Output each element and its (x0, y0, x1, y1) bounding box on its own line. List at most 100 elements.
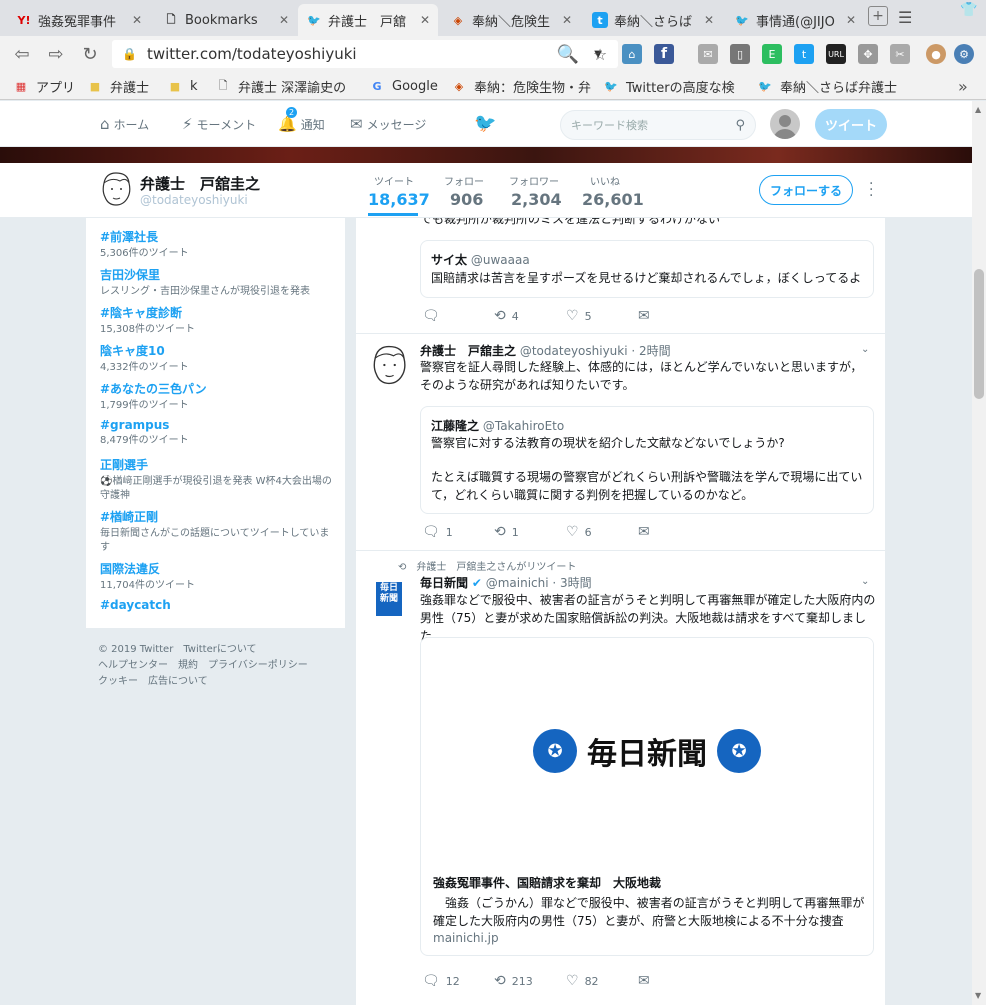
tab-2[interactable]: 🗋 Bookmarks ✕ (155, 4, 297, 36)
profile-name[interactable]: 弁護士 戸舘圭之 (140, 173, 260, 194)
settings-gear-icon[interactable]: ⚙ (954, 44, 974, 64)
search-icon[interactable]: ⚲ (735, 118, 745, 133)
nav-messages[interactable]: ✉ メッセージ (350, 115, 426, 133)
footer-links[interactable]: © 2019 Twitter Twitterについて (98, 642, 338, 658)
back-icon[interactable]: ⇦ (10, 42, 34, 66)
scrollbar-thumb[interactable] (974, 269, 984, 399)
twitter-logo-icon[interactable]: 🐦 (474, 113, 496, 134)
close-icon[interactable]: ✕ (846, 13, 856, 27)
twitter-ext-icon[interactable]: t (794, 44, 814, 64)
bookmark-ext-icon[interactable]: ▯ (730, 44, 750, 64)
trend-item[interactable]: #grampus 8,479件のツイート (100, 418, 335, 448)
dm-button[interactable]: ✉ (638, 973, 656, 989)
tweet-time[interactable]: · 3時間 (552, 576, 591, 590)
bookmark-folder-k[interactable]: ■ k (168, 77, 198, 95)
close-icon[interactable]: ✕ (704, 13, 714, 27)
url-ext-icon[interactable]: URL (826, 44, 846, 64)
bookmark-folder-bengoshi[interactable]: ■ 弁護士 (88, 77, 149, 96)
bookmark-apps[interactable]: ▦ アプリ (14, 77, 75, 96)
retweet-button[interactable]: ⟲ 213 (494, 973, 533, 989)
chevron-down-icon[interactable]: ⌄ (861, 344, 869, 355)
footer-links[interactable]: クッキー 広告について (98, 674, 338, 690)
trend-item[interactable]: #あなたの三色パン 1,799件のツイート (100, 380, 335, 413)
like-button[interactable]: ♡ 6 (566, 524, 592, 540)
stat-followers[interactable]: フォロワー 2,304 (509, 173, 562, 209)
stat-tweets[interactable]: ツイート 18,637 (368, 173, 430, 216)
close-icon[interactable]: ✕ (562, 13, 572, 27)
like-button[interactable]: ♡ 82 (566, 973, 599, 989)
quoted-tweet[interactable]: 江藤隆之 @TakahiroEto 警察官に対する法教育の現状を紹介した文献など… (420, 406, 874, 514)
like-button[interactable]: ♡ 5 (566, 308, 592, 324)
search-input[interactable]: キーワード検索 ⚲ (560, 110, 756, 140)
bookmark-twitter-search[interactable]: 🐦 Twitterの高度な検 (604, 77, 748, 96)
close-icon[interactable]: ✕ (279, 13, 289, 27)
tweet-avatar[interactable] (368, 342, 410, 388)
page-scrollbar[interactable]: ▲ ▼ (972, 101, 986, 1005)
new-tab-button[interactable]: + (868, 6, 888, 26)
retweet-button[interactable]: ⟲ 1 (494, 524, 519, 540)
tweet-avatar[interactable]: 毎日新聞 (376, 582, 402, 616)
tab-4[interactable]: ◈ 奉納＼危険生 ✕ (442, 4, 580, 36)
tab-6[interactable]: 🐦 事情通(@JIJO ✕ (726, 4, 864, 36)
nav-moments[interactable]: ⚡ モーメント (182, 115, 256, 133)
author-handle[interactable]: @todateyoshiyuki (520, 344, 628, 358)
profile-avatar[interactable] (98, 169, 134, 209)
close-icon[interactable]: ✕ (420, 13, 430, 27)
quoted-tweet[interactable]: サイ太 @uwaaaa 国賠請求は苦言を呈すポーズを見せるけど棄却されるんでしょ… (420, 240, 874, 298)
trend-item[interactable]: #daycatch (100, 598, 335, 612)
tab-3-active[interactable]: 🐦 弁護士 戸舘 ✕ (298, 4, 438, 36)
scroll-down-icon[interactable]: ▼ (975, 991, 981, 1000)
puzzle-ext-icon[interactable]: ✂ (890, 44, 910, 64)
bookmark-hounou-2[interactable]: 🐦 奉納＼さらば弁護士 (758, 77, 898, 96)
tweet-button[interactable]: ツイート (815, 109, 887, 140)
author-name[interactable]: 弁護士 戸舘圭之 (420, 344, 516, 358)
bookmark-google[interactable]: G Google (370, 77, 437, 95)
tab-list-icon[interactable]: ☰ (898, 8, 912, 27)
author-name[interactable]: 毎日新聞 (420, 576, 468, 590)
reply-button[interactable]: 🗨 12 (422, 973, 460, 989)
tweet-time[interactable]: · 2時間 (631, 344, 670, 358)
profile-shirt-icon[interactable]: 👕 (960, 2, 977, 18)
trend-item[interactable]: #前澤社長 5,306件のツイート (100, 228, 335, 261)
facebook-icon[interactable]: f (654, 44, 674, 64)
follow-button[interactable]: フォローする (759, 175, 853, 205)
trend-item[interactable]: #陰キャ度診断 15,308件のツイート (100, 304, 335, 337)
avatar[interactable] (770, 109, 800, 139)
retweet-button[interactable]: ⟲ 4 (494, 308, 519, 324)
bookmark-star-icon[interactable]: ☆ (588, 42, 612, 66)
trend-item[interactable]: 吉田沙保里 レスリング・吉田沙保里さんが現役引退を発表 (100, 266, 335, 299)
evernote-icon[interactable]: E (762, 44, 782, 64)
reply-button[interactable]: 🗨 (422, 308, 446, 324)
stat-following[interactable]: フォロー 906 (444, 173, 484, 209)
close-icon[interactable]: ✕ (132, 13, 142, 27)
tab-1[interactable]: Y! 強姦冤罪事件 ✕ (8, 4, 150, 36)
forward-icon[interactable]: ⇨ (44, 42, 68, 66)
mail-ext-icon[interactable]: ✉ (698, 44, 718, 64)
dm-button[interactable]: ✉ (638, 308, 656, 324)
nav-home[interactable]: ⌂ ホーム (100, 115, 149, 133)
dm-button[interactable]: ✉ (638, 524, 656, 540)
url-bar[interactable]: 🔒 twitter.com/todateyoshiyuki ▼ (112, 40, 618, 68)
trend-item[interactable]: #楢崎正剛 毎日新聞さんがこの話題についてツイートしています (100, 508, 335, 555)
author-handle[interactable]: @mainichi (486, 576, 549, 590)
more-vertical-icon[interactable]: · · · (869, 177, 873, 203)
nav-notifications[interactable]: 🔔 2 通知 (278, 107, 325, 133)
reload-icon[interactable]: ↻ (78, 42, 102, 66)
cross-ext-icon[interactable]: ✥ (858, 44, 878, 64)
bookmark-hounou-1[interactable]: ◈ 奉納：危険生物・弁 (452, 77, 592, 96)
stat-likes[interactable]: いいね 26,601 (582, 173, 644, 209)
more-bookmarks-icon[interactable]: » (958, 77, 968, 96)
trend-item[interactable]: 国際法違反 11,704件のツイート (100, 560, 335, 593)
trend-item[interactable]: 陰キャ度10 4,332件のツイート (100, 342, 335, 375)
home-ext-icon[interactable]: ⌂ (622, 44, 642, 64)
retweet-note[interactable]: 弁護士 戸舘圭之さんがリツイート (416, 562, 576, 573)
avatar-ext-icon[interactable]: ● (926, 44, 946, 64)
trend-item[interactable]: 正剛選手 ⚽楢﨑正剛選手が現役引退を発表 W杯4大会出場の守護神 (100, 456, 335, 503)
chevron-down-icon[interactable]: ⌄ (861, 576, 869, 587)
bookmark-fukasawa[interactable]: 🗋 弁護士 深澤諭史の (216, 77, 352, 96)
zoom-icon[interactable]: 🔍 (556, 42, 580, 66)
link-card[interactable]: ✪ 毎日新聞 ✪ 強姦冤罪事件、国賠請求を棄却 大阪地裁 強姦（ごうかん）罪など… (420, 637, 874, 956)
scroll-up-icon[interactable]: ▲ (975, 105, 981, 114)
reply-button[interactable]: 🗨 1 (422, 524, 453, 540)
tab-5[interactable]: t 奉納＼さらば ✕ (584, 4, 722, 36)
